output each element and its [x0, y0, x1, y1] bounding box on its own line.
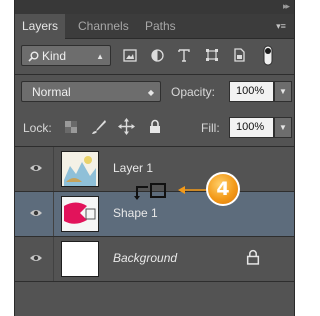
lock-label: Lock:: [23, 121, 52, 135]
collapse-panel-icon[interactable]: ▸▸: [283, 0, 290, 12]
blend-mode-value: Normal: [32, 85, 71, 99]
lock-image-icon[interactable]: [91, 119, 107, 135]
filter-kind-dropdown[interactable]: Kind ▲: [21, 45, 111, 66]
layer-lock-icon[interactable]: [246, 249, 260, 265]
eye-icon[interactable]: [29, 251, 43, 265]
lock-row: Lock: Fill: 100% ▼: [15, 117, 294, 141]
search-icon: [28, 51, 39, 62]
blend-mode-dropdown[interactable]: Normal ◆: [21, 81, 161, 102]
tab-channels[interactable]: Channels: [71, 14, 136, 38]
panel-title-strip: ▸▸: [15, 0, 294, 14]
shape-filter-icon[interactable]: [205, 48, 219, 62]
divider: [15, 74, 294, 75]
opacity-label: Opacity:: [171, 85, 216, 99]
fill-slider-toggle[interactable]: ▼: [274, 117, 292, 138]
callout-badge: 4: [206, 172, 240, 206]
layer-row-background[interactable]: Background: [15, 237, 294, 282]
image-filter-icon[interactable]: [123, 49, 137, 62]
eye-icon[interactable]: [29, 206, 43, 220]
filter-kind-label: Kind: [42, 49, 67, 63]
lock-position-icon[interactable]: [118, 118, 135, 135]
annotation-marker: [134, 183, 166, 200]
layer-name: Layer 1: [113, 161, 154, 175]
divider: [53, 237, 54, 281]
opacity-input[interactable]: 100%: [229, 81, 274, 102]
adjustment-filter-icon[interactable]: [151, 49, 164, 62]
filter-row: Kind ▲: [15, 45, 294, 69]
tab-layers[interactable]: Layers: [15, 14, 66, 39]
eye-icon[interactable]: [29, 161, 43, 175]
panel-tabs: Layers Channels Paths ▾≡: [15, 14, 294, 39]
layers-panel: ▸▸ Layers Channels Paths ▾≡ Kind ▲ Norma…: [14, 0, 295, 316]
fill-label: Fill:: [201, 121, 220, 135]
layer-thumbnail: [61, 196, 99, 232]
filter-toggle-icon[interactable]: [261, 45, 275, 66]
lock-all-icon[interactable]: [149, 119, 161, 134]
opacity-slider-toggle[interactable]: ▼: [274, 81, 292, 102]
type-filter-icon[interactable]: [177, 48, 191, 62]
layer-name: Shape 1: [113, 206, 158, 220]
panel-menu-icon[interactable]: ▾≡: [274, 19, 288, 33]
blend-row: Normal ◆ Opacity: 100% ▼: [15, 81, 294, 105]
dropdown-arrows-icon: ◆: [147, 88, 154, 97]
fill-input[interactable]: 100%: [229, 117, 274, 138]
divider: [53, 192, 54, 236]
lock-transparent-icon[interactable]: [65, 121, 77, 133]
dropdown-arrows-icon: ▲: [96, 52, 104, 61]
callout-arrow-icon: [178, 186, 208, 194]
layer-thumbnail: [61, 241, 99, 277]
divider: [53, 147, 54, 191]
tab-paths[interactable]: Paths: [138, 14, 183, 38]
shape-thumbnail-icon: [62, 197, 98, 231]
layer-name: Background: [113, 251, 178, 265]
image-thumbnail-icon: [62, 152, 98, 186]
smart-object-filter-icon[interactable]: [232, 48, 246, 62]
layer-thumbnail: [61, 151, 99, 187]
